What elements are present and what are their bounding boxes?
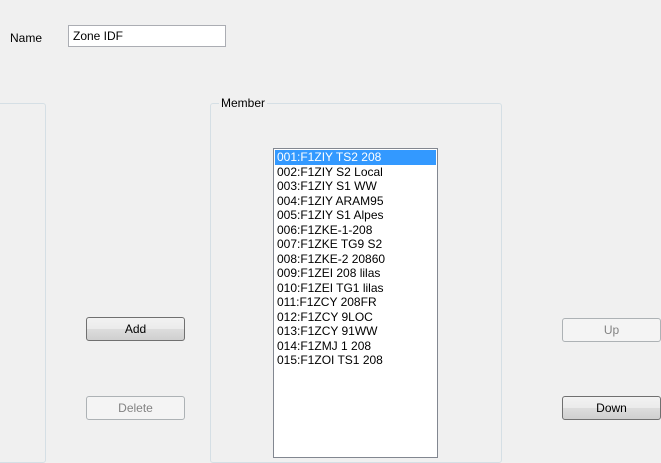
name-input[interactable]	[68, 25, 226, 47]
down-button[interactable]: Down	[562, 396, 661, 420]
list-item[interactable]: 003:F1ZIY S1 WW	[275, 179, 436, 194]
list-item[interactable]: 004:F1ZIY ARAM95	[275, 194, 436, 209]
member-group-label: Member	[219, 96, 268, 110]
list-item[interactable]: 001:F1ZIY TS2 208	[275, 150, 436, 165]
list-item[interactable]: 002:F1ZIY S2 Local	[275, 165, 436, 180]
delete-button[interactable]: Delete	[86, 396, 185, 420]
list-item[interactable]: 012:F1ZCY 9LOC	[275, 310, 436, 325]
list-item[interactable]: 006:F1ZKE-1-208	[275, 223, 436, 238]
list-item[interactable]: 009:F1ZEI 208 lilas	[275, 266, 436, 281]
list-item[interactable]: 011:F1ZCY 208FR	[275, 295, 436, 310]
list-item[interactable]: 008:F1ZKE-2 20860	[275, 252, 436, 267]
left-group-box	[0, 103, 46, 463]
list-item[interactable]: 015:F1ZOI TS1 208	[275, 353, 436, 368]
up-button[interactable]: Up	[562, 318, 661, 342]
member-listbox[interactable]: 001:F1ZIY TS2 208 002:F1ZIY S2 Local 003…	[273, 148, 438, 458]
list-item[interactable]: 005:F1ZIY S1 Alpes	[275, 208, 436, 223]
list-item[interactable]: 007:F1ZKE TG9 S2	[275, 237, 436, 252]
add-button[interactable]: Add	[86, 317, 185, 341]
name-label: Name	[10, 31, 43, 45]
list-item[interactable]: 014:F1ZMJ 1 208	[275, 339, 436, 354]
list-item[interactable]: 013:F1ZCY 91WW	[275, 324, 436, 339]
list-item[interactable]: 010:F1ZEI TG1 lilas	[275, 281, 436, 296]
